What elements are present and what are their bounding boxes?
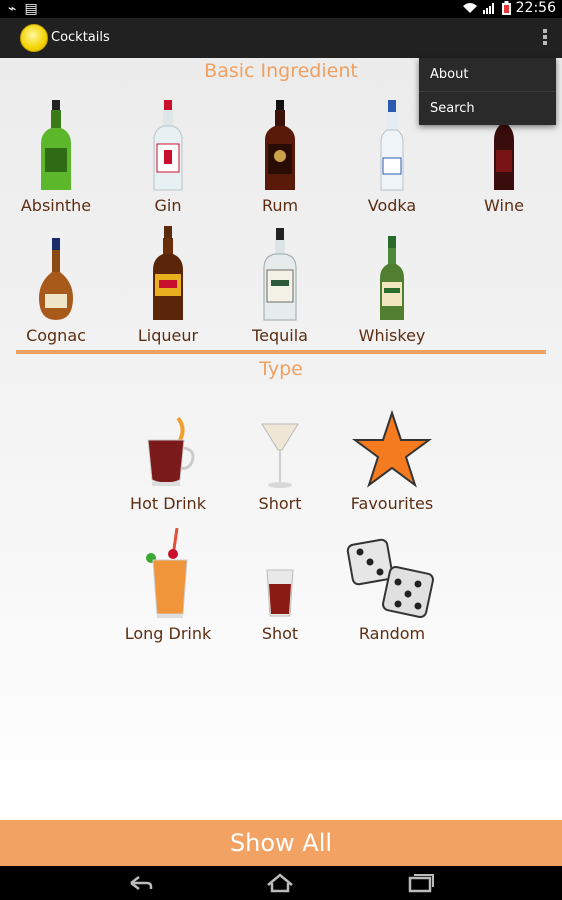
recent-apps-icon[interactable] [406, 871, 436, 895]
battery-icon [501, 1, 511, 15]
ingredient-liqueur[interactable]: Liqueur [112, 226, 224, 345]
vodka-bottle-icon [380, 100, 404, 191]
type-short[interactable]: Short [224, 394, 336, 513]
shot-glass-icon [266, 569, 294, 617]
gin-bottle-icon [153, 100, 183, 191]
usb-icon: ⌁ [8, 1, 17, 17]
main-content: Basic Ingredient Absinthe Gin Rum Vodka … [0, 58, 562, 820]
ingredient-label: Whiskey [358, 326, 426, 345]
app-title: Cocktails [51, 30, 110, 45]
ingredient-label: Cognac [26, 326, 86, 345]
type-long-drink[interactable]: Long Drink [112, 524, 224, 643]
menu-item-search[interactable]: Search [419, 92, 556, 125]
type-label: Hot Drink [130, 494, 206, 513]
type-random[interactable]: Random [336, 524, 448, 643]
short-drink-icon [261, 423, 299, 488]
ingredient-label: Liqueur [137, 326, 199, 345]
section-divider [16, 350, 546, 354]
show-all-button[interactable]: Show All [0, 820, 562, 866]
ingredient-label: Vodka [367, 196, 417, 215]
hot-drink-icon [147, 416, 195, 486]
overflow-menu-icon[interactable] [542, 28, 548, 46]
ingredient-cognac[interactable]: Cognac [0, 226, 112, 345]
ingredient-label: Absinthe [20, 196, 92, 215]
type-shot[interactable]: Shot [224, 524, 336, 643]
ingredient-gin[interactable]: Gin [112, 96, 224, 215]
type-title: Type [259, 358, 303, 380]
ingredient-tequila[interactable]: Tequila [224, 226, 336, 345]
ingredient-whiskey[interactable]: Whiskey [336, 226, 448, 345]
navigation-bar [0, 866, 562, 900]
type-label: Long Drink [124, 624, 212, 643]
ingredient-absinthe[interactable]: Absinthe [0, 96, 112, 215]
whiskey-bottle-icon [380, 236, 404, 320]
type-label: Shot [261, 624, 299, 643]
status-bar: ⌁ ▤ 22:56 [0, 0, 562, 18]
tequila-bottle-icon [263, 228, 297, 321]
clock: 22:56 [515, 0, 556, 16]
ingredient-label: Gin [154, 196, 182, 215]
signal-icon [482, 3, 494, 14]
app-logo-icon[interactable] [20, 24, 48, 52]
type-label: Random [358, 624, 426, 643]
ingredient-label: Wine [484, 196, 524, 215]
back-icon[interactable] [125, 871, 155, 895]
notification-icon: ▤ [24, 1, 38, 17]
cognac-bottle-icon [39, 238, 73, 320]
rum-bottle-icon [265, 100, 295, 190]
ingredient-label: Rum [261, 196, 299, 215]
liqueur-bottle-icon [153, 226, 183, 320]
absinthe-bottle-icon [41, 100, 71, 190]
type-label: Short [258, 494, 302, 513]
action-bar: Cocktails [0, 18, 562, 58]
overflow-menu: About Search [419, 58, 556, 125]
long-drink-icon [146, 528, 188, 618]
type-favourites[interactable]: Favourites [336, 394, 448, 513]
star-icon [352, 410, 432, 488]
menu-item-about[interactable]: About [419, 58, 556, 91]
ingredient-rum[interactable]: Rum [224, 96, 336, 215]
ingredient-label: Tequila [252, 326, 308, 345]
wifi-icon [462, 3, 477, 13]
dice-icon [346, 538, 434, 618]
type-hot-drink[interactable]: Hot Drink [112, 394, 224, 513]
home-icon[interactable] [265, 871, 295, 895]
type-label: Favourites [350, 494, 434, 513]
